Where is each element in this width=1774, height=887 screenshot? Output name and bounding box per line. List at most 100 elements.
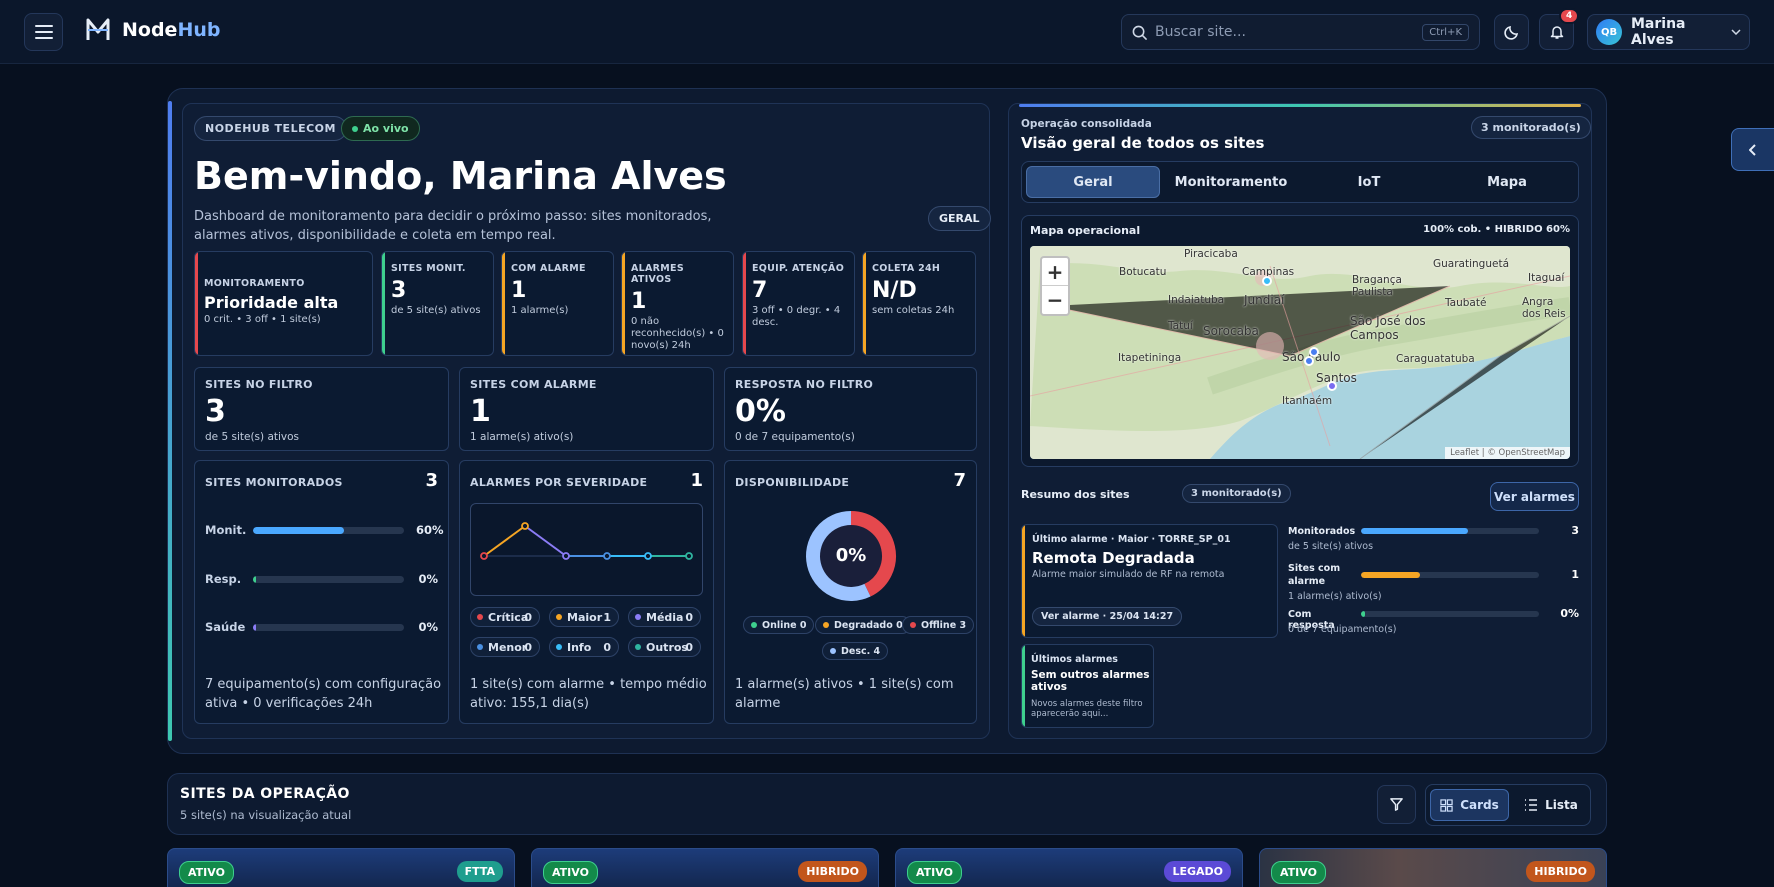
severity-chip[interactable]: Outros 0 [628, 637, 701, 657]
live-dot-icon [352, 126, 358, 132]
kpi-card[interactable]: EQUIP. ATENÇÃO 7 3 off • 0 degr. • 4 des… [742, 251, 855, 356]
alarm-accent [1022, 525, 1025, 637]
stat-sub: 1 alarme(s) ativo(s) [470, 431, 574, 443]
map-place-label: Caraguatatuba [1396, 353, 1475, 365]
operational-map-card: Mapa operacional 100% cob. • HIBRIDO 60%… [1021, 215, 1579, 467]
card-title: SITES MONITORADOS [205, 476, 343, 489]
site-card[interactable]: ATIVO HIBRIDO [1259, 848, 1607, 887]
menu-button[interactable] [24, 13, 63, 51]
zoom-out-button[interactable]: − [1042, 286, 1068, 314]
severity-dot-icon [556, 614, 562, 620]
severity-chip[interactable]: Média 0 [628, 607, 701, 627]
stat-card[interactable]: RESPOSTA NO FILTRO 0% 0 de 7 equipamento… [724, 367, 977, 451]
kpi-accent [502, 252, 505, 355]
severity-line-segment [524, 525, 567, 557]
stat-label: RESPOSTA NO FILTRO [735, 378, 874, 391]
tab-iot[interactable]: IoT [1302, 166, 1436, 198]
kpi-sub: 0 crit. • 3 off • 1 site(s) [204, 314, 321, 325]
kpi-card[interactable]: SITES MONIT. 3 de 5 site(s) ativos [381, 251, 494, 356]
summary-track [1361, 572, 1539, 578]
kpi-card[interactable]: MONITORAMENTO Prioridade alta 0 crit. • … [194, 251, 373, 356]
scope-tag: GERAL [928, 206, 991, 231]
view-list-button[interactable]: Lista [1514, 789, 1588, 821]
severity-chip[interactable]: Menor 0 [470, 637, 540, 657]
site-card[interactable]: ATIVO LEGADO [895, 848, 1243, 887]
view-cards-button[interactable]: Cards [1430, 789, 1509, 821]
kpi-card[interactable]: COLETA 24H N/D sem coletas 24h [862, 251, 976, 356]
search-input[interactable]: Buscar site... Ctrl+K [1121, 14, 1480, 50]
card-count: 7 [953, 470, 966, 491]
kpi-sub: sem coletas 24h [872, 305, 955, 316]
map-site-marker[interactable] [1304, 356, 1314, 366]
sites-title: SITES DA OPERAÇÃO [180, 786, 350, 802]
alarm-kicker: Último alarme · Maior · TORRE_SP_01 [1032, 534, 1231, 545]
tab-geral[interactable]: Geral [1026, 166, 1160, 198]
severity-line-chart [470, 503, 703, 596]
summary-fill [1361, 611, 1365, 617]
brand[interactable]: NodeHub [84, 16, 220, 44]
legend-dot-icon [910, 622, 916, 628]
last-alarm-card[interactable]: Último alarme · Maior · TORRE_SP_01 Remo… [1021, 524, 1278, 638]
legend-dot-icon [751, 622, 757, 628]
theme-toggle-button[interactable] [1494, 14, 1529, 50]
kpi-card[interactable]: COM ALARME 1 1 alarme(s) [501, 251, 614, 356]
map-site-marker[interactable] [1262, 276, 1272, 286]
severity-dot-icon [477, 614, 483, 620]
summary-fill [1361, 528, 1468, 534]
view-toggle: Cards Lista [1425, 784, 1591, 826]
map-place-label: Itanhaém [1282, 395, 1333, 407]
chevron-left-icon [1749, 143, 1756, 156]
severity-point-info [644, 552, 652, 560]
overview-kicker: Operação consolidada [1021, 118, 1152, 130]
side-panel-toggle[interactable] [1731, 128, 1774, 171]
tab-monitoramento[interactable]: Monitoramento [1164, 166, 1298, 198]
welcome-title: Bem-vindo, Marina Alves [194, 154, 727, 198]
notifications-count-badge: 4 [1559, 8, 1580, 24]
legend-dot-icon [830, 648, 836, 654]
kpi-sub: 1 alarme(s) [511, 305, 569, 316]
map-place-label: Sorocaba [1203, 324, 1259, 338]
map-place-label: Piracicaba [1184, 248, 1238, 260]
map-place-label: Angra dos Reis [1522, 296, 1566, 320]
view-alarms-button[interactable]: Ver alarmes [1490, 482, 1579, 511]
monitored-badge: 3 monitorado(s) [1471, 116, 1591, 139]
map-attribution[interactable]: Leaflet | © OpenStreetMap [1445, 447, 1570, 459]
severity-point-menor [603, 552, 611, 560]
alarm-title: Remota Degradada [1032, 549, 1195, 567]
stat-card[interactable]: SITES COM ALARME 1 1 alarme(s) ativo(s) [459, 367, 714, 451]
availability-legend-item: Offline 3 [902, 616, 975, 634]
alarm-action-button[interactable]: Ver alarme · 25/04 14:27 [1032, 607, 1183, 626]
site-status-badge: ATIVO [907, 861, 962, 884]
severity-chip[interactable]: Maior 1 [549, 607, 619, 627]
map-zoom-control: + − [1040, 256, 1070, 316]
map-site-marker[interactable] [1327, 381, 1337, 391]
map-coverage: 100% cob. • HIBRIDO 60% [1423, 224, 1570, 235]
site-status-badge: ATIVO [179, 861, 234, 884]
welcome-description: Dashboard de monitoramento para decidir … [194, 209, 712, 243]
site-card[interactable]: ATIVO HIBRIDO [531, 848, 879, 887]
kpi-label: EQUIP. ATENÇÃO [752, 263, 845, 274]
user-menu[interactable]: QB Marina Alves [1587, 14, 1750, 50]
recent-kicker: Últimos alarmes [1031, 654, 1118, 665]
progress-row: Resp. 0% [205, 572, 438, 586]
availability-card: DISPONIBILIDADE 7 0% Online 0 Degradado … [724, 460, 977, 724]
overview-panel: Operação consolidada Visão geral de todo… [1008, 103, 1592, 739]
operational-map[interactable]: Piracicaba Campinas Guaratinguetá Botuca… [1030, 246, 1570, 459]
map-place-label: Tatuí [1168, 320, 1193, 332]
tab-mapa[interactable]: Mapa [1440, 166, 1574, 198]
search-placeholder: Buscar site... [1155, 24, 1246, 40]
site-card[interactable]: ATIVO FTTA [167, 848, 515, 887]
kpi-value: 7 [752, 278, 768, 303]
severity-chip[interactable]: Crítica 0 [470, 607, 540, 627]
filter-button[interactable] [1377, 785, 1416, 824]
zoom-in-button[interactable]: + [1042, 258, 1068, 286]
severity-point-maior [521, 522, 529, 530]
map-place-label: São José dos Campos [1350, 314, 1426, 342]
stat-card[interactable]: SITES NO FILTRO 3 de 5 site(s) ativos [194, 367, 449, 451]
progress-row: Saúde 0% [205, 620, 438, 634]
severity-chip[interactable]: Info 0 [549, 637, 619, 657]
map-place-label: Jundiaí [1244, 293, 1285, 307]
kpi-accent [382, 252, 385, 355]
overview-tabs: Geral Monitoramento IoT Mapa [1021, 161, 1579, 203]
kpi-card[interactable]: ALARMES ATIVOS 1 0 não reconhecido(s) • … [621, 251, 734, 356]
